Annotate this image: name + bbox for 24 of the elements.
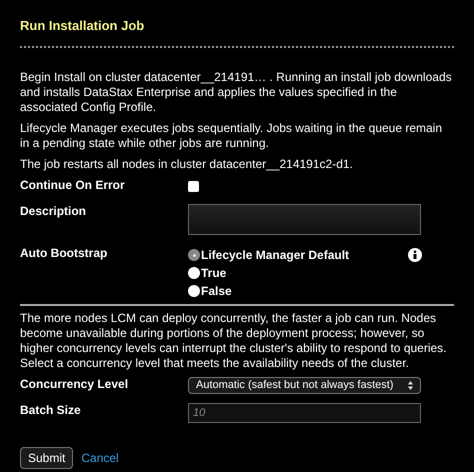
- radio-button[interactable]: [188, 285, 200, 297]
- field-label: Batch Size: [20, 403, 82, 418]
- radio-label: False: [201, 284, 232, 298]
- field-label: Continue On Error: [20, 178, 126, 193]
- paragraph: The more nodes LCM can deploy concurrently, the faster a job can run. Nodes become unavailable during portions of the deployment process; however, so higher concurrency levels can interrupt the cluster's ability to respond to queries. Select a concurrency level that meets the availability needs of the cluster.: [20, 311, 448, 371]
- dialog-title: Run Installation Job: [20, 18, 146, 35]
- batch-size-field[interactable]: 10: [188, 403, 421, 423]
- field-label: Description: [20, 204, 88, 219]
- select-arrows-icon: [408, 381, 413, 390]
- paragraph: The job restarts all nodes in cluster datacenter__214191c2-d1.: [20, 157, 354, 172]
- radio-label: True: [201, 266, 226, 280]
- submit-button[interactable]: Submit: [20, 447, 74, 469]
- field-label: Concurrency Level: [20, 377, 130, 392]
- checkbox[interactable]: [188, 181, 199, 192]
- description-field[interactable]: [188, 204, 421, 235]
- radio-label: Lifecycle Manager Default: [201, 248, 350, 262]
- info-icon[interactable]: [408, 248, 422, 262]
- paragraph: Lifecycle Manager executes jobs sequentially. Jobs waiting in the queue remain in a pending state while other jobs are running.: [20, 121, 444, 151]
- concurrency-select[interactable]: Automatic (safest but not always fastest): [188, 377, 421, 394]
- field-label: Auto Bootstrap: [20, 246, 108, 261]
- radio-button[interactable]: [188, 249, 200, 261]
- radio-button[interactable]: [188, 267, 200, 279]
- paragraph: Begin Install on cluster datacenter__214191… . Running an install job downloads and installs DataStax Enterprise and applies the values specified in the associated Config Profile.: [20, 70, 453, 115]
- cancel-link[interactable]: Cancel: [81, 450, 119, 466]
